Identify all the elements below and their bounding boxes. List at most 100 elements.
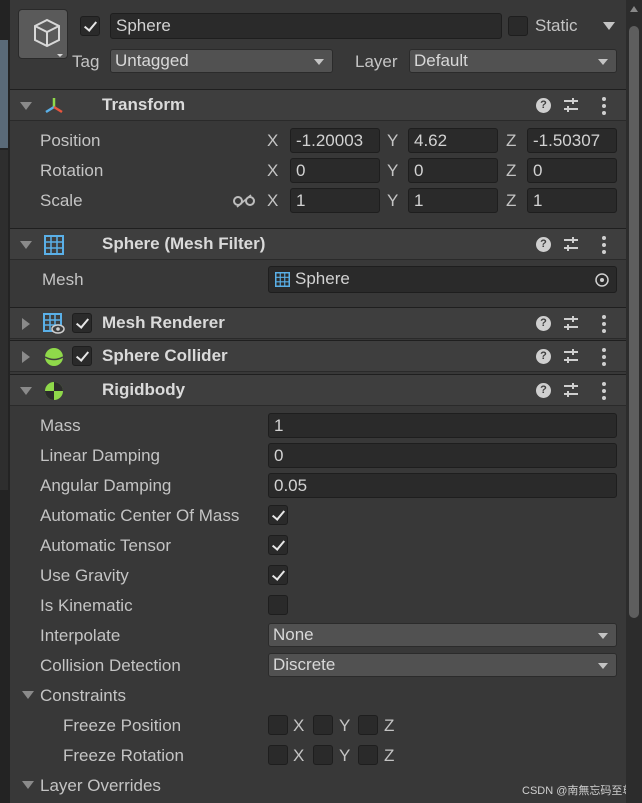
mesh-filter-title: Sphere (Mesh Filter) (102, 234, 266, 253)
auto-tensor-checkbox[interactable] (268, 535, 288, 555)
freeze-rotation-y-checkbox[interactable] (313, 745, 333, 765)
mesh-label: Mesh (42, 270, 84, 289)
help-icon[interactable]: ? (536, 383, 551, 398)
help-icon[interactable]: ? (536, 316, 551, 331)
collision-detection-dropdown[interactable]: Discrete (268, 653, 617, 677)
gameobject-active-checkbox[interactable] (80, 16, 100, 36)
rotation-z-field[interactable]: 0 (527, 158, 617, 183)
angular-damping-label: Angular Damping (40, 476, 172, 495)
mesh-object-field[interactable]: Sphere (268, 266, 617, 293)
freeze-position-z-checkbox[interactable] (358, 715, 378, 735)
watermark-text: CSDN @南無忘码至尊 (522, 785, 634, 797)
interpolate-dropdown[interactable]: None (268, 623, 617, 647)
mesh-renderer-enabled-checkbox[interactable] (72, 313, 92, 333)
use-gravity-checkbox[interactable] (268, 565, 288, 585)
rigidbody-header[interactable]: Rigidbody ? (10, 374, 626, 406)
sphere-collider-header[interactable]: Sphere Collider ? (10, 340, 626, 372)
rigidbody-icon (45, 382, 63, 400)
mass-field[interactable]: 1 (268, 413, 617, 438)
freeze-rotation-x-label: X (293, 746, 305, 765)
scale-x-field[interactable]: 1 (290, 188, 380, 213)
presets-icon[interactable] (562, 347, 580, 365)
inspector-panel: Sphere Static Tag Untagged Layer Default… (10, 0, 633, 803)
foldout-open-icon[interactable] (20, 387, 32, 395)
scale-z-field[interactable]: 1 (527, 188, 617, 213)
scale-x-axis-label[interactable]: X (267, 191, 278, 211)
auto-center-of-mass-checkbox[interactable] (268, 505, 288, 525)
more-options-icon[interactable] (598, 381, 610, 401)
position-x-field[interactable]: -1.20003 (290, 128, 380, 153)
position-y-field[interactable]: 4.62 (408, 128, 498, 153)
position-z-axis-label[interactable]: Z (506, 131, 516, 151)
layer-overrides-foldout-icon[interactable] (22, 781, 34, 789)
component-header-icons: ? (536, 347, 616, 367)
position-x-axis-label[interactable]: X (267, 131, 278, 151)
chevron-down-icon (314, 59, 324, 65)
help-icon[interactable]: ? (536, 349, 551, 364)
auto-tensor-label: Automatic Tensor (40, 536, 172, 555)
inspector-scrollbar[interactable] (626, 0, 642, 803)
presets-icon[interactable] (562, 96, 580, 114)
presets-icon[interactable] (562, 235, 580, 253)
mesh-value: Sphere (295, 269, 350, 288)
left-panel-edge (0, 0, 10, 803)
more-options-icon[interactable] (598, 314, 610, 334)
layer-value: Default (414, 51, 468, 70)
more-options-icon[interactable] (598, 235, 610, 255)
chevron-down-icon (598, 633, 608, 639)
more-options-icon[interactable] (598, 347, 610, 367)
gameobject-icon-button[interactable] (18, 9, 68, 59)
mesh-renderer-header[interactable]: Mesh Renderer ? (10, 307, 626, 339)
foldout-open-icon[interactable] (20, 241, 32, 249)
freeze-position-y-label: Y (339, 716, 351, 735)
rotation-z-axis-label[interactable]: Z (506, 161, 516, 181)
static-checkbox[interactable] (508, 16, 528, 36)
constraints-label[interactable]: Constraints (40, 686, 126, 706)
sphere-collider-icon (44, 348, 64, 366)
sphere-collider-enabled-checkbox[interactable] (72, 346, 92, 366)
foldout-open-icon[interactable] (20, 102, 32, 110)
help-icon[interactable]: ? (536, 98, 551, 113)
freeze-rotation-x-checkbox[interactable] (268, 745, 288, 765)
angular-damping-field[interactable]: 0.05 (268, 473, 617, 498)
scale-z-axis-label[interactable]: Z (506, 191, 516, 211)
scroll-up-arrow-icon[interactable] (630, 6, 638, 12)
scrollbar-thumb[interactable] (629, 26, 639, 618)
auto-center-of-mass-label: Automatic Center Of Mass (40, 506, 240, 525)
rotation-x-field[interactable]: 0 (290, 158, 380, 183)
is-kinematic-checkbox[interactable] (268, 595, 288, 615)
presets-icon[interactable] (562, 381, 580, 399)
presets-icon[interactable] (562, 314, 580, 332)
scene-preview-strip (0, 40, 8, 148)
transform-header[interactable]: Transform ? (10, 89, 626, 121)
object-picker-icon[interactable] (594, 272, 610, 288)
link-broken-icon[interactable] (233, 193, 255, 209)
constraints-foldout-icon[interactable] (22, 691, 34, 699)
linear-damping-field[interactable]: 0 (268, 443, 617, 468)
help-icon[interactable]: ? (536, 237, 551, 252)
freeze-position-x-checkbox[interactable] (268, 715, 288, 735)
static-dropdown-caret[interactable] (603, 22, 615, 30)
component-header-icons: ? (536, 314, 616, 334)
layer-dropdown[interactable]: Default (409, 49, 617, 73)
layer-overrides-label[interactable]: Layer Overrides (40, 776, 161, 796)
mesh-grid-icon (44, 235, 64, 255)
rotation-x-axis-label[interactable]: X (267, 161, 278, 181)
tag-dropdown[interactable]: Untagged (110, 49, 333, 73)
rotation-y-field[interactable]: 0 (408, 158, 498, 183)
chevron-down-icon (598, 59, 608, 65)
scale-y-axis-label[interactable]: Y (387, 191, 398, 211)
position-z-field[interactable]: -1.50307 (527, 128, 617, 153)
foldout-closed-icon[interactable] (22, 318, 30, 330)
rotation-y-axis-label[interactable]: Y (387, 161, 398, 181)
freeze-position-y-checkbox[interactable] (313, 715, 333, 735)
scale-y-field[interactable]: 1 (408, 188, 498, 213)
mesh-filter-header[interactable]: Sphere (Mesh Filter) ? (10, 228, 626, 260)
freeze-rotation-z-checkbox[interactable] (358, 745, 378, 765)
gameobject-name-field[interactable]: Sphere (110, 13, 502, 39)
tag-value: Untagged (115, 51, 189, 70)
component-header-icons: ? (536, 381, 616, 401)
more-options-icon[interactable] (598, 96, 610, 116)
foldout-closed-icon[interactable] (22, 351, 30, 363)
position-y-axis-label[interactable]: Y (387, 131, 398, 151)
